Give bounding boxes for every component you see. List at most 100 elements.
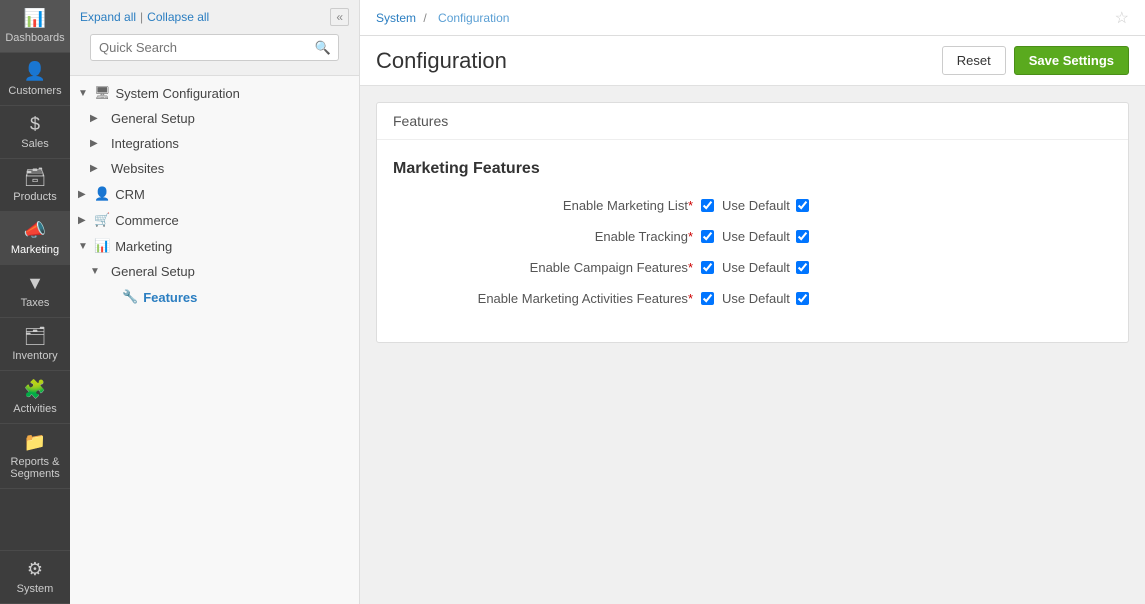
nav-item-taxes[interactable]: ▼ Taxes (0, 265, 70, 318)
feature-row-marketing-list: Enable Marketing List* Use Default (393, 198, 1112, 213)
breadcrumb-separator: / (423, 11, 426, 25)
use-default-label-2: Use Default (722, 260, 790, 275)
products-icon: 🗃 (24, 167, 47, 188)
page-header: Configuration Reset Save Settings (360, 36, 1145, 86)
reset-button[interactable]: Reset (942, 46, 1006, 75)
features-icon: 🔧 (122, 289, 138, 305)
general-setup-label: General Setup (111, 111, 195, 126)
nav-item-activities[interactable]: 🧩 Activities (0, 371, 70, 424)
tree-item-commerce[interactable]: ▶ 🛒 Commerce (70, 207, 359, 233)
nav-label-reports: Reports & Segments (10, 456, 60, 480)
features-panel-title: Features (393, 113, 448, 129)
search-input[interactable] (90, 34, 339, 61)
nav-label-dashboards: Dashboards (5, 32, 64, 44)
search-icon: 🔍 (315, 40, 331, 56)
collapse-all-link[interactable]: Collapse all (147, 10, 209, 24)
sidebar-header: Expand all | Collapse all « 🔍 (70, 0, 359, 76)
nav-label-taxes: Taxes (21, 297, 50, 309)
use-default-label-0: Use Default (722, 198, 790, 213)
feature-row-tracking: Enable Tracking* Use Default (393, 229, 1112, 244)
crm-label: CRM (115, 187, 145, 202)
header-actions: Reset Save Settings (942, 46, 1129, 75)
nav-label-customers: Customers (8, 85, 61, 97)
nav-item-sales[interactable]: $ Sales (0, 106, 70, 159)
tree-item-features[interactable]: 🔧 Features (70, 284, 359, 310)
feature-label-tracking: Enable Tracking* (433, 229, 693, 244)
features-panel: Features Marketing Features Enable Marke… (376, 102, 1129, 343)
nav-item-reports[interactable]: 📁 Reports & Segments (0, 424, 70, 489)
customers-icon: 👤 (24, 61, 46, 82)
feature-checkbox-activities[interactable] (701, 292, 714, 305)
use-default-checkbox-activities[interactable] (796, 292, 809, 305)
tree-item-crm[interactable]: ▶ 👤 CRM (70, 181, 359, 207)
sidebar-collapse-button[interactable]: « (330, 8, 349, 26)
tree-item-general-setup[interactable]: ▶ General Setup (70, 106, 359, 131)
expand-collapse-bar: Expand all | Collapse all « (80, 8, 349, 26)
tree-item-marketing-general[interactable]: ▼ General Setup (70, 259, 359, 284)
tree-item-websites[interactable]: ▶ Websites (70, 156, 359, 181)
breadcrumb-system[interactable]: System (376, 11, 416, 25)
required-asterisk-0: * (688, 198, 693, 213)
nav-item-dashboards[interactable]: 📊 Dashboards (0, 0, 70, 53)
nav-item-system[interactable]: ⚙ System (0, 550, 70, 604)
arrow-system-config: ▼ (78, 88, 90, 99)
left-navigation: 📊 Dashboards 👤 Customers $ Sales 🗃 Produ… (0, 0, 70, 604)
feature-label-activities: Enable Marketing Activities Features* (433, 291, 693, 306)
nav-label-marketing: Marketing (11, 244, 59, 256)
system-config-icon: 🖥 (94, 85, 111, 101)
feature-label-marketing-list: Enable Marketing List* (433, 198, 693, 213)
inventory-icon: 🗂 (24, 326, 47, 347)
expand-all-link[interactable]: Expand all (80, 10, 136, 24)
marketing-tree-label: Marketing (115, 239, 172, 254)
separator: | (140, 10, 143, 24)
commerce-icon: 🛒 (94, 212, 110, 228)
arrow-crm: ▶ (78, 189, 90, 200)
websites-label: Websites (111, 161, 164, 176)
marketing-icon: 📣 (24, 220, 46, 241)
arrow-general-setup: ▶ (90, 113, 102, 124)
system-icon: ⚙ (27, 559, 43, 580)
main-content: System / Configuration ☆ Configuration R… (360, 0, 1145, 604)
feature-label-campaign: Enable Campaign Features* (433, 260, 693, 275)
marketing-features-title: Marketing Features (393, 160, 1112, 178)
sales-icon: $ (30, 114, 40, 135)
nav-label-activities: Activities (13, 403, 56, 415)
feature-row-campaign: Enable Campaign Features* Use Default (393, 260, 1112, 275)
feature-checkbox-tracking[interactable] (701, 230, 714, 243)
system-config-label: System Configuration (116, 86, 240, 101)
features-label: Features (143, 290, 197, 305)
sidebar: Expand all | Collapse all « 🔍 ▼ 🖥 System… (70, 0, 360, 604)
required-asterisk-3: * (688, 291, 693, 306)
topbar-right: ☆ (1115, 8, 1129, 28)
content-area: Features Marketing Features Enable Marke… (360, 86, 1145, 604)
features-panel-header: Features (377, 103, 1128, 140)
nav-item-products[interactable]: 🗃 Products (0, 159, 70, 212)
nav-label-system: System (17, 583, 54, 595)
nav-label-products: Products (13, 191, 56, 203)
use-default-checkbox-campaign[interactable] (796, 261, 809, 274)
topbar: System / Configuration ☆ (360, 0, 1145, 36)
search-box: 🔍 (90, 34, 339, 61)
feature-checkbox-marketing-list[interactable] (701, 199, 714, 212)
nav-item-customers[interactable]: 👤 Customers (0, 53, 70, 106)
arrow-commerce: ▶ (78, 215, 90, 226)
nav-label-inventory: Inventory (12, 350, 57, 362)
tree-item-system-config[interactable]: ▼ 🖥 System Configuration (70, 80, 359, 106)
use-default-checkbox-tracking[interactable] (796, 230, 809, 243)
use-default-checkbox-marketing-list[interactable] (796, 199, 809, 212)
integrations-label: Integrations (111, 136, 179, 151)
sidebar-tree: ▼ 🖥 System Configuration ▶ General Setup… (70, 76, 359, 604)
page-title: Configuration (376, 48, 507, 74)
favorite-star-icon[interactable]: ☆ (1115, 8, 1129, 28)
tree-item-marketing[interactable]: ▼ 📊 Marketing (70, 233, 359, 259)
nav-item-marketing[interactable]: 📣 Marketing (0, 212, 70, 265)
feature-checkbox-campaign[interactable] (701, 261, 714, 274)
required-asterisk-2: * (688, 260, 693, 275)
save-settings-button[interactable]: Save Settings (1014, 46, 1129, 75)
nav-item-inventory[interactable]: 🗂 Inventory (0, 318, 70, 371)
breadcrumb-configuration: Configuration (438, 11, 509, 25)
expand-collapse-links: Expand all | Collapse all (80, 10, 209, 24)
features-panel-body: Marketing Features Enable Marketing List… (377, 140, 1128, 342)
tree-item-integrations[interactable]: ▶ Integrations (70, 131, 359, 156)
reports-icon: 📁 (24, 432, 46, 453)
